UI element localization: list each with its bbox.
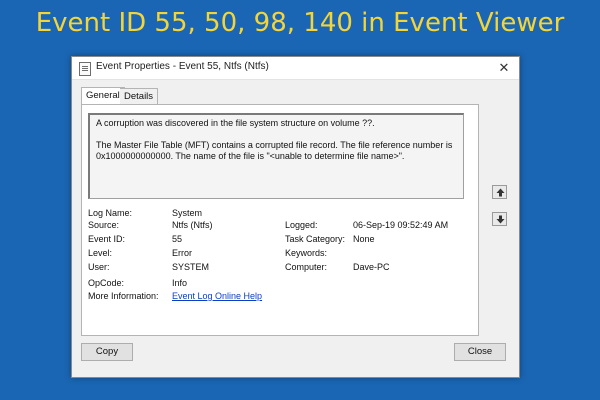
- opcode-label: OpCode:: [88, 278, 125, 288]
- general-panel: A corruption was discovered in the file …: [81, 104, 479, 336]
- row-user: User: SYSTEM Computer: Dave-PC: [88, 262, 468, 274]
- source-label: Source:: [88, 220, 120, 230]
- logged-label: Logged:: [285, 220, 318, 230]
- user-label: User:: [88, 262, 110, 272]
- previous-event-button[interactable]: [492, 185, 507, 199]
- log-name-label: Log Name:: [88, 208, 133, 218]
- event-log-online-help-link[interactable]: Event Log Online Help: [172, 291, 262, 301]
- task-category-label: Task Category:: [285, 234, 346, 244]
- opcode-value: Info: [172, 278, 188, 288]
- close-icon[interactable]: ✕: [495, 59, 513, 77]
- row-more-information: More Information: Event Log Online Help: [88, 291, 468, 303]
- row-opcode: OpCode: Info: [88, 278, 468, 290]
- window-title: Event Properties - Event 55, Ntfs (Ntfs): [96, 61, 269, 72]
- description-line-2: The Master File Table (MFT) contains a c…: [96, 140, 453, 161]
- logged-value: 06-Sep-19 09:52:49 AM: [353, 220, 449, 230]
- arrow-up-icon: [496, 188, 505, 197]
- task-category-value: None: [353, 234, 375, 244]
- computer-value: Dave-PC: [353, 262, 390, 272]
- user-value: SYSTEM: [172, 262, 210, 272]
- row-event-id: Event ID: 55 Task Category: None: [88, 234, 468, 246]
- event-properties-dialog: Event Properties - Event 55, Ntfs (Ntfs)…: [71, 56, 520, 378]
- level-label: Level:: [88, 248, 113, 258]
- next-event-button[interactable]: [492, 212, 507, 226]
- tab-details[interactable]: Details: [120, 88, 159, 105]
- arrow-down-icon: [496, 215, 505, 224]
- more-information-label: More Information:: [88, 291, 159, 301]
- close-button[interactable]: Close: [454, 343, 506, 361]
- tab-general[interactable]: General: [81, 87, 125, 105]
- keywords-label: Keywords:: [285, 248, 328, 258]
- source-value: Ntfs (Ntfs): [172, 220, 213, 230]
- copy-button[interactable]: Copy: [81, 343, 133, 361]
- level-value: Error: [172, 248, 192, 258]
- log-name-value: System: [172, 208, 203, 218]
- description-line-1: A corruption was discovered in the file …: [96, 118, 375, 128]
- row-level: Level: Error Keywords:: [88, 248, 468, 260]
- event-description[interactable]: A corruption was discovered in the file …: [88, 113, 464, 199]
- row-source: Source: Ntfs (Ntfs) Logged: 06-Sep-19 09…: [88, 220, 468, 232]
- computer-label: Computer:: [285, 262, 328, 272]
- event-id-value: 55: [172, 234, 183, 244]
- title-bar: Event Properties - Event 55, Ntfs (Ntfs)…: [72, 57, 519, 80]
- event-id-label: Event ID:: [88, 234, 126, 244]
- row-log-name: Log Name: System: [88, 208, 468, 220]
- banner-title: Event ID 55, 50, 98, 140 in Event Viewer: [35, 8, 565, 38]
- event-properties-icon: [79, 62, 91, 76]
